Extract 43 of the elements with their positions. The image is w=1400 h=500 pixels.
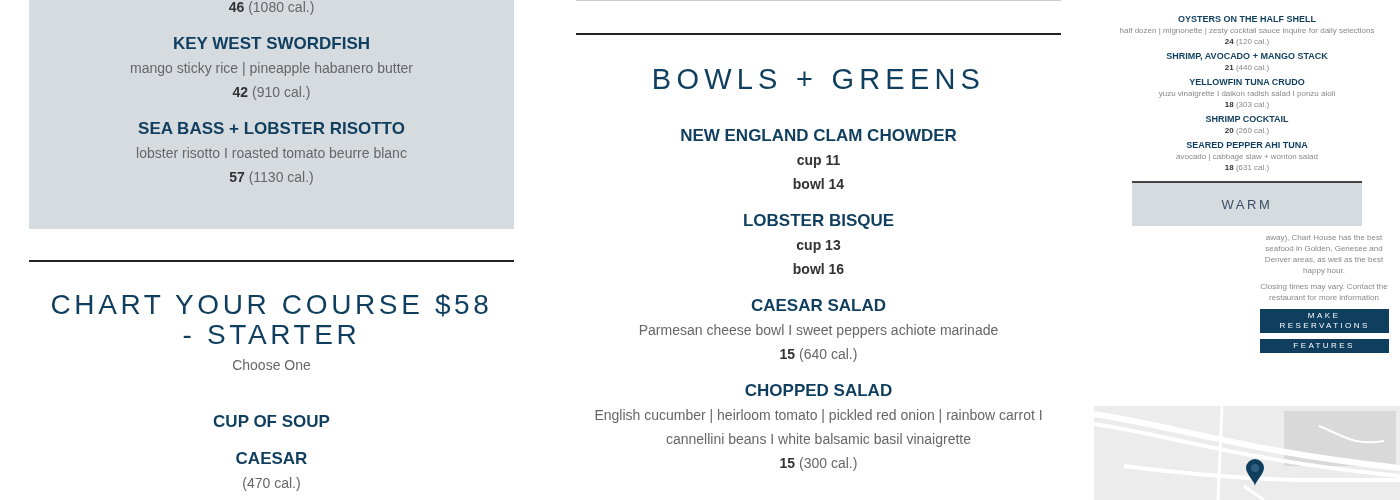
dish-name: CAESAR — [235, 448, 308, 470]
dish-description: English cucumber | heirloom tomato | pickled red onion | rainbow carrot I cannellini beans I white balsamic basil vinaigrette — [593, 406, 1044, 449]
price-text: 46 (1080 cal.) — [228, 0, 315, 17]
info-paragraph: Closing times may vary. Contact the restaurant for more information — [1259, 281, 1389, 303]
info-paragraph: away), Chart House has the best seafood in Golden, Genesee and Denver areas, as well as the best happy hour. — [1263, 232, 1385, 276]
reservations-button[interactable]: MAKE RESERVATIONS — [1259, 309, 1389, 333]
dish-description: Parmesan cheese bowl I sweet peppers achiote marinade — [638, 321, 999, 340]
dish-description: yuzu vinaigrette I daikon radish salad I ponzu aioli — [1158, 88, 1336, 99]
dish-name: KEY WEST SWORDFISH — [172, 33, 371, 55]
price-text: 15 (640 cal.) — [779, 345, 858, 364]
price-text: 42 (910 cal.) — [232, 83, 311, 102]
price-text: 21 (440 cal.) — [1224, 62, 1270, 73]
dish-name: SEARED PEPPER AHI TUNA — [1186, 140, 1308, 151]
dish-name: CUP OF SOUP — [213, 411, 330, 433]
size-price: cup 11 — [796, 151, 841, 170]
price-text: 15 (300 cal.) — [779, 454, 858, 473]
dish-name: LOBSTER BISQUE — [742, 210, 895, 232]
dish-name: YELLOWFIN TUNA CRUDO — [1189, 77, 1305, 88]
section-subtitle: Choose One — [231, 356, 312, 375]
size-price: bowl 16 — [792, 260, 845, 279]
dish-name: NEW ENGLAND CLAM CHOWDER — [680, 125, 957, 147]
dish-name: SHRIMP, AVOCADO + MANGO STACK — [1166, 51, 1328, 62]
dish-name: CAESAR SALAD — [750, 295, 887, 317]
dish-description: avocado | cabbage slaw + wonton salad — [1176, 151, 1318, 162]
price-text: 20 (260 cal.) — [1224, 125, 1270, 136]
size-price: cup 13 — [796, 236, 841, 255]
dish-name: CHOPPED SALAD — [744, 380, 893, 402]
dish-description: lobster risotto I roasted tomato beurre blanc — [136, 144, 407, 163]
price-text: 24 (120 cal.) — [1224, 36, 1270, 47]
dish-name: OYSTERS ON THE HALF SHELL — [1178, 14, 1316, 25]
dish-description: mango sticky rice | pineapple habanero butter — [130, 59, 413, 78]
price-text: 57 (1130 cal.) — [229, 168, 314, 187]
price-text: 18 (303 cal.) — [1224, 99, 1270, 110]
section-title: BOWLS + GREENS — [650, 62, 987, 97]
price-text: 18 (631 cal.) — [1224, 162, 1270, 173]
dish-description: half dozen | mignonette | zesty cocktail sauce inquire for daily selections — [1119, 25, 1375, 36]
price-text: (470 cal.) — [242, 474, 301, 493]
dish-name: SHRIMP COCKTAIL — [1205, 114, 1289, 125]
section-heading: WARM — [1132, 181, 1362, 226]
size-price: bowl 14 — [792, 175, 845, 194]
features-button[interactable]: FEATURES — [1259, 339, 1389, 353]
dish-name: SEA BASS + LOBSTER RISOTTO — [138, 118, 405, 140]
section-title: CHART YOUR COURSE $58 - STARTER — [49, 290, 494, 350]
